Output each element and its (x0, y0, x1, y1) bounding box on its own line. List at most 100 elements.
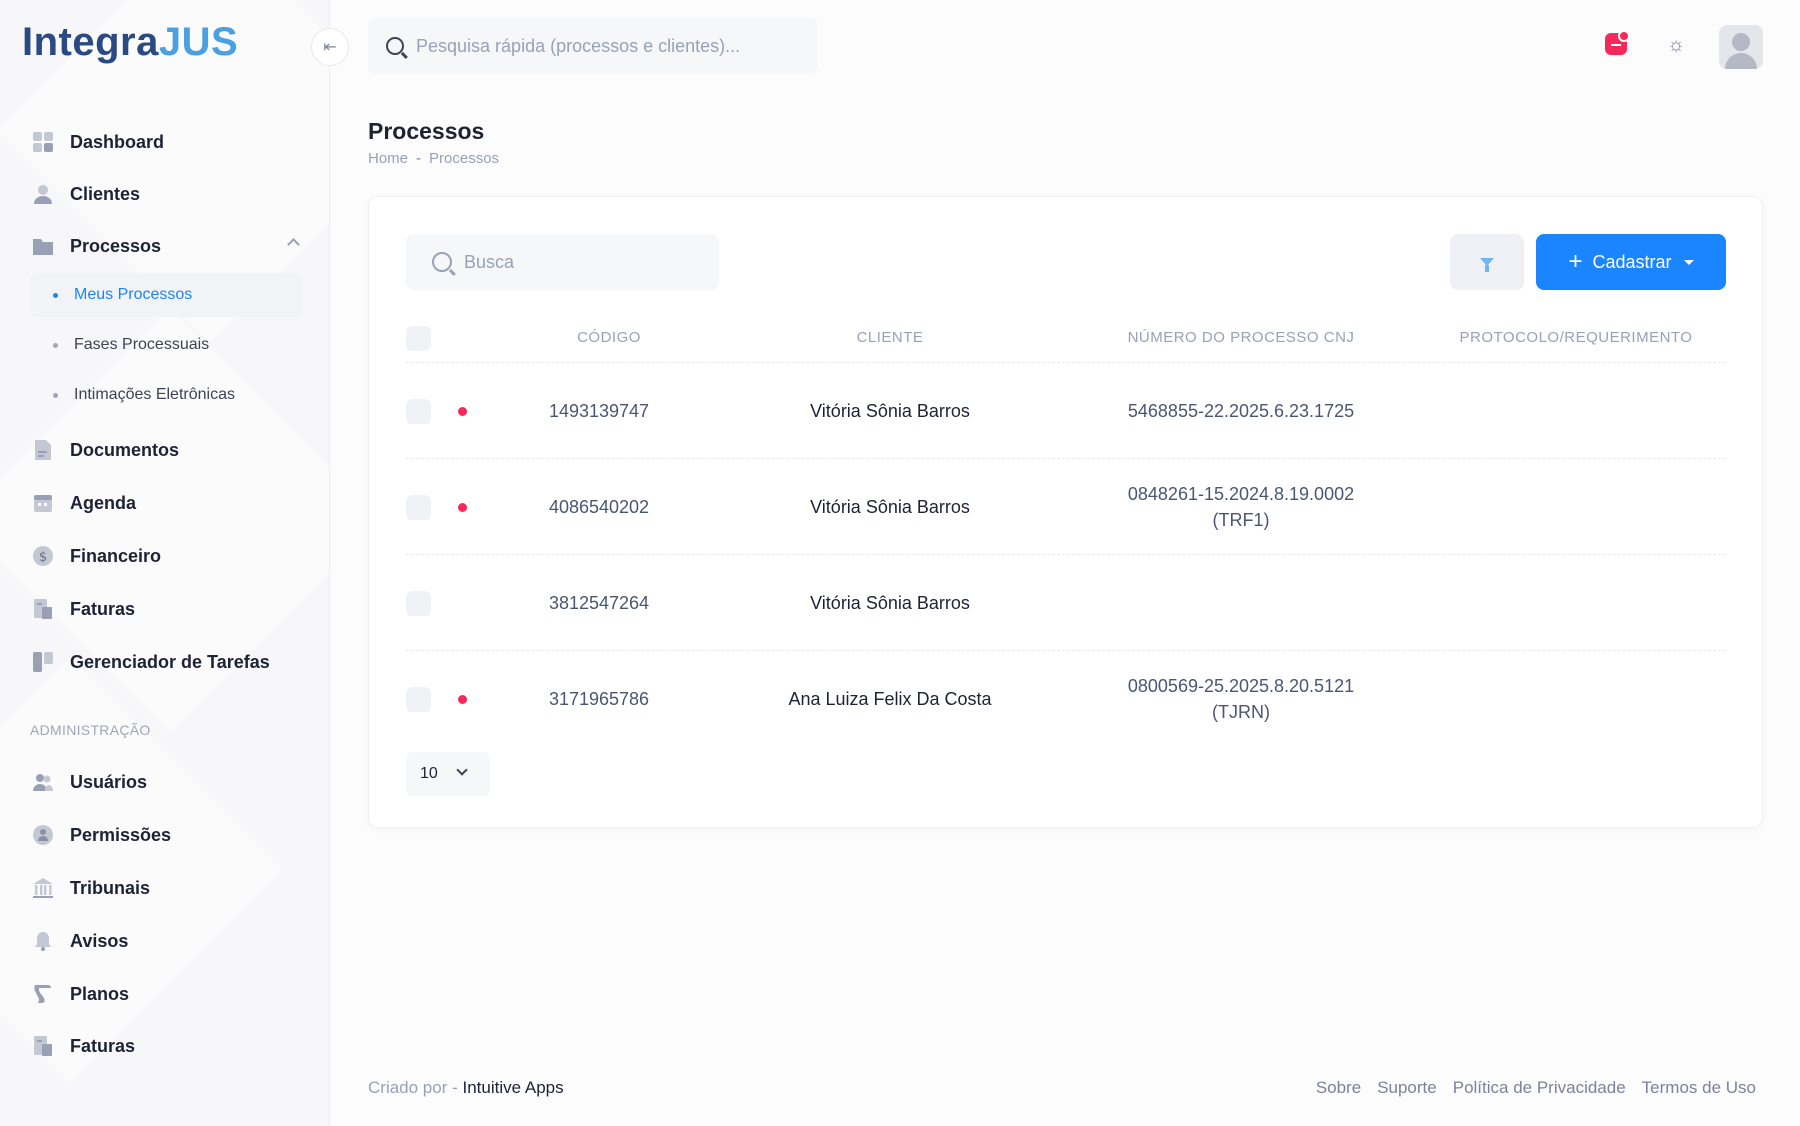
breadcrumb-home[interactable]: Home (368, 150, 408, 167)
footer-link-privacidade[interactable]: Política de Privacidade (1453, 1078, 1626, 1098)
cnj-court: (TJRN) (1212, 702, 1270, 722)
cell-cliente[interactable]: Vitória Sônia Barros (750, 593, 1030, 614)
cell-cliente[interactable]: Vitória Sônia Barros (750, 497, 1030, 518)
section-title-admin: ADMINISTRAÇÃO (30, 722, 151, 738)
app-logo[interactable]: IntegraJUS (22, 20, 238, 65)
row-checkbox[interactable] (406, 591, 431, 616)
sidebar-subitem-label: Meus Processos (74, 286, 193, 303)
calendar-icon (30, 490, 56, 516)
footer-link-suporte[interactable]: Suporte (1377, 1078, 1437, 1098)
kanban-icon (30, 649, 56, 675)
footer-links: Sobre Suporte Política de Privacidade Te… (1316, 1078, 1756, 1098)
sidebar-item-label: Documentos (70, 439, 180, 460)
status-dot (458, 503, 467, 512)
row-checkbox[interactable] (406, 399, 431, 424)
bullet-icon (53, 343, 58, 348)
column-header-cnj[interactable]: NÚMERO DO PROCESSO CNJ (1096, 329, 1386, 346)
sidebar-subitem-label: Intimações Eletrônicas (74, 386, 235, 403)
avatar-body (1725, 53, 1757, 69)
sidebar-item-documentos[interactable]: Documentos (30, 430, 306, 470)
chevron-down-icon (456, 764, 468, 776)
breadcrumb-separator: - (416, 150, 422, 167)
sidebar-item-label: Faturas (70, 1035, 136, 1056)
sidebar-item-permissoes[interactable]: Permissões (30, 815, 306, 855)
processos-card: + Cadastrar CÓDIGO CLIENTE NÚMERO DO PRO… (368, 196, 1763, 828)
cell-codigo[interactable]: 3812547264 (516, 593, 682, 614)
sidebar-subitem-fases-processuais[interactable]: Fases Processuais (30, 323, 302, 367)
row-checkbox[interactable] (406, 687, 431, 712)
sidebar-item-label: Agenda (70, 492, 137, 513)
select-all-checkbox[interactable] (406, 326, 431, 351)
sidebar-item-processos[interactable]: Processos (30, 226, 306, 266)
dollar-icon: $ (30, 543, 56, 569)
footer-credits: Criado por - Intuitive Apps (368, 1078, 564, 1098)
sidebar-item-dashboard[interactable]: Dashboard (30, 122, 306, 162)
cnj-number: 5468855-22.2025.6.23.1725 (1127, 401, 1355, 421)
document-icon (30, 437, 56, 463)
sidebar-item-label: Avisos (70, 930, 129, 951)
sidebar-subitem-intimacoes[interactable]: Intimações Eletrônicas (30, 373, 302, 417)
cell-codigo[interactable]: 1493139747 (516, 401, 682, 422)
user-avatar[interactable] (1719, 25, 1763, 69)
sidebar-item-tribunais[interactable]: Tribunais (30, 868, 306, 908)
cell-cliente[interactable]: Vitória Sônia Barros (750, 401, 1030, 422)
table-search[interactable] (406, 234, 719, 290)
sidebar-item-faturas[interactable]: Faturas (30, 589, 306, 629)
table-row[interactable]: 3171965786 Ana Luiza Felix Da Costa 0800… (406, 651, 1726, 747)
column-header-protocolo[interactable]: PROTOCOLO/REQUERIMENTO (1446, 329, 1706, 346)
sidebar-collapse-button[interactable]: ⇤ (311, 28, 349, 66)
table-row[interactable]: 4086540202 Vitória Sônia Barros 0848261-… (406, 459, 1726, 555)
table-search-input[interactable] (464, 251, 704, 273)
cell-codigo[interactable]: 3171965786 (516, 689, 682, 710)
sidebar-item-clientes[interactable]: Clientes (30, 174, 306, 214)
sidebar-item-label: Usuários (70, 771, 148, 792)
sidebar-item-label: Dashboard (70, 131, 165, 152)
quick-search-input[interactable] (416, 35, 796, 57)
shield-icon (30, 822, 56, 848)
sidebar-item-label: Faturas (70, 598, 136, 619)
sidebar-item-agenda[interactable]: Agenda (30, 483, 306, 523)
notifications-button[interactable] (1605, 30, 1630, 55)
table-row[interactable]: 3812547264 Vitória Sônia Barros (406, 555, 1726, 651)
footer-company-link[interactable]: Intuitive Apps (463, 1078, 564, 1097)
filter-button[interactable] (1450, 234, 1524, 290)
footer-link-sobre[interactable]: Sobre (1316, 1078, 1361, 1098)
sidebar-item-label: Processos (70, 235, 162, 256)
footer-link-termos[interactable]: Termos de Uso (1642, 1078, 1756, 1098)
cell-codigo[interactable]: 4086540202 (516, 497, 682, 518)
sidebar: IntegraJUS Dashboard Clientes Processos (0, 0, 330, 1126)
sidebar-item-planos[interactable]: Planos (30, 974, 306, 1014)
logo-text-integra: Integra (22, 20, 159, 64)
row-checkbox[interactable] (406, 495, 431, 520)
sidebar-item-label: Gerenciador de Tarefas (70, 651, 270, 672)
sidebar-item-financeiro[interactable]: $ Financeiro (30, 536, 306, 576)
processos-table: CÓDIGO CLIENTE NÚMERO DO PROCESSO CNJ PR… (406, 317, 1726, 747)
cell-cnj: 5468855-22.2025.6.23.1725 (1106, 398, 1376, 424)
cadastrar-button[interactable]: + Cadastrar (1536, 234, 1726, 290)
footer-created-by: Criado por - (368, 1078, 458, 1097)
quick-search[interactable] (368, 18, 818, 74)
column-header-cliente[interactable]: CLIENTE (750, 329, 1030, 346)
sidebar-subitem-meus-processos[interactable]: Meus Processos (30, 273, 302, 317)
column-header-codigo[interactable]: CÓDIGO (516, 329, 702, 346)
sidebar-item-usuarios[interactable]: Usuários (30, 762, 306, 802)
sidebar-item-faturas-admin[interactable]: Faturas (30, 1026, 306, 1066)
cell-cliente[interactable]: Ana Luiza Felix Da Costa (750, 689, 1030, 710)
sidebar-item-label: Planos (70, 983, 130, 1004)
caret-down-icon (1683, 259, 1694, 265)
sun-icon: ☼ (1666, 33, 1686, 56)
plus-icon: + (1568, 248, 1583, 275)
sidebar-item-avisos[interactable]: Avisos (30, 921, 306, 961)
chevron-up-icon (287, 238, 300, 251)
theme-toggle-button[interactable]: ☼ (1665, 34, 1687, 56)
search-icon (386, 37, 404, 55)
sidebar-item-label: Permissões (70, 824, 172, 845)
cnj-number: 0848261-15.2024.8.19.0002 (1127, 484, 1355, 504)
table-row[interactable]: 1493139747 Vitória Sônia Barros 5468855-… (406, 363, 1726, 459)
bank-icon (30, 875, 56, 901)
filter-icon (1480, 258, 1494, 272)
logo-text-jus: JUS (158, 20, 239, 64)
sidebar-item-tarefas[interactable]: Gerenciador de Tarefas (30, 642, 306, 682)
status-dot (458, 407, 467, 416)
per-page-select[interactable]: 10 (406, 752, 490, 796)
